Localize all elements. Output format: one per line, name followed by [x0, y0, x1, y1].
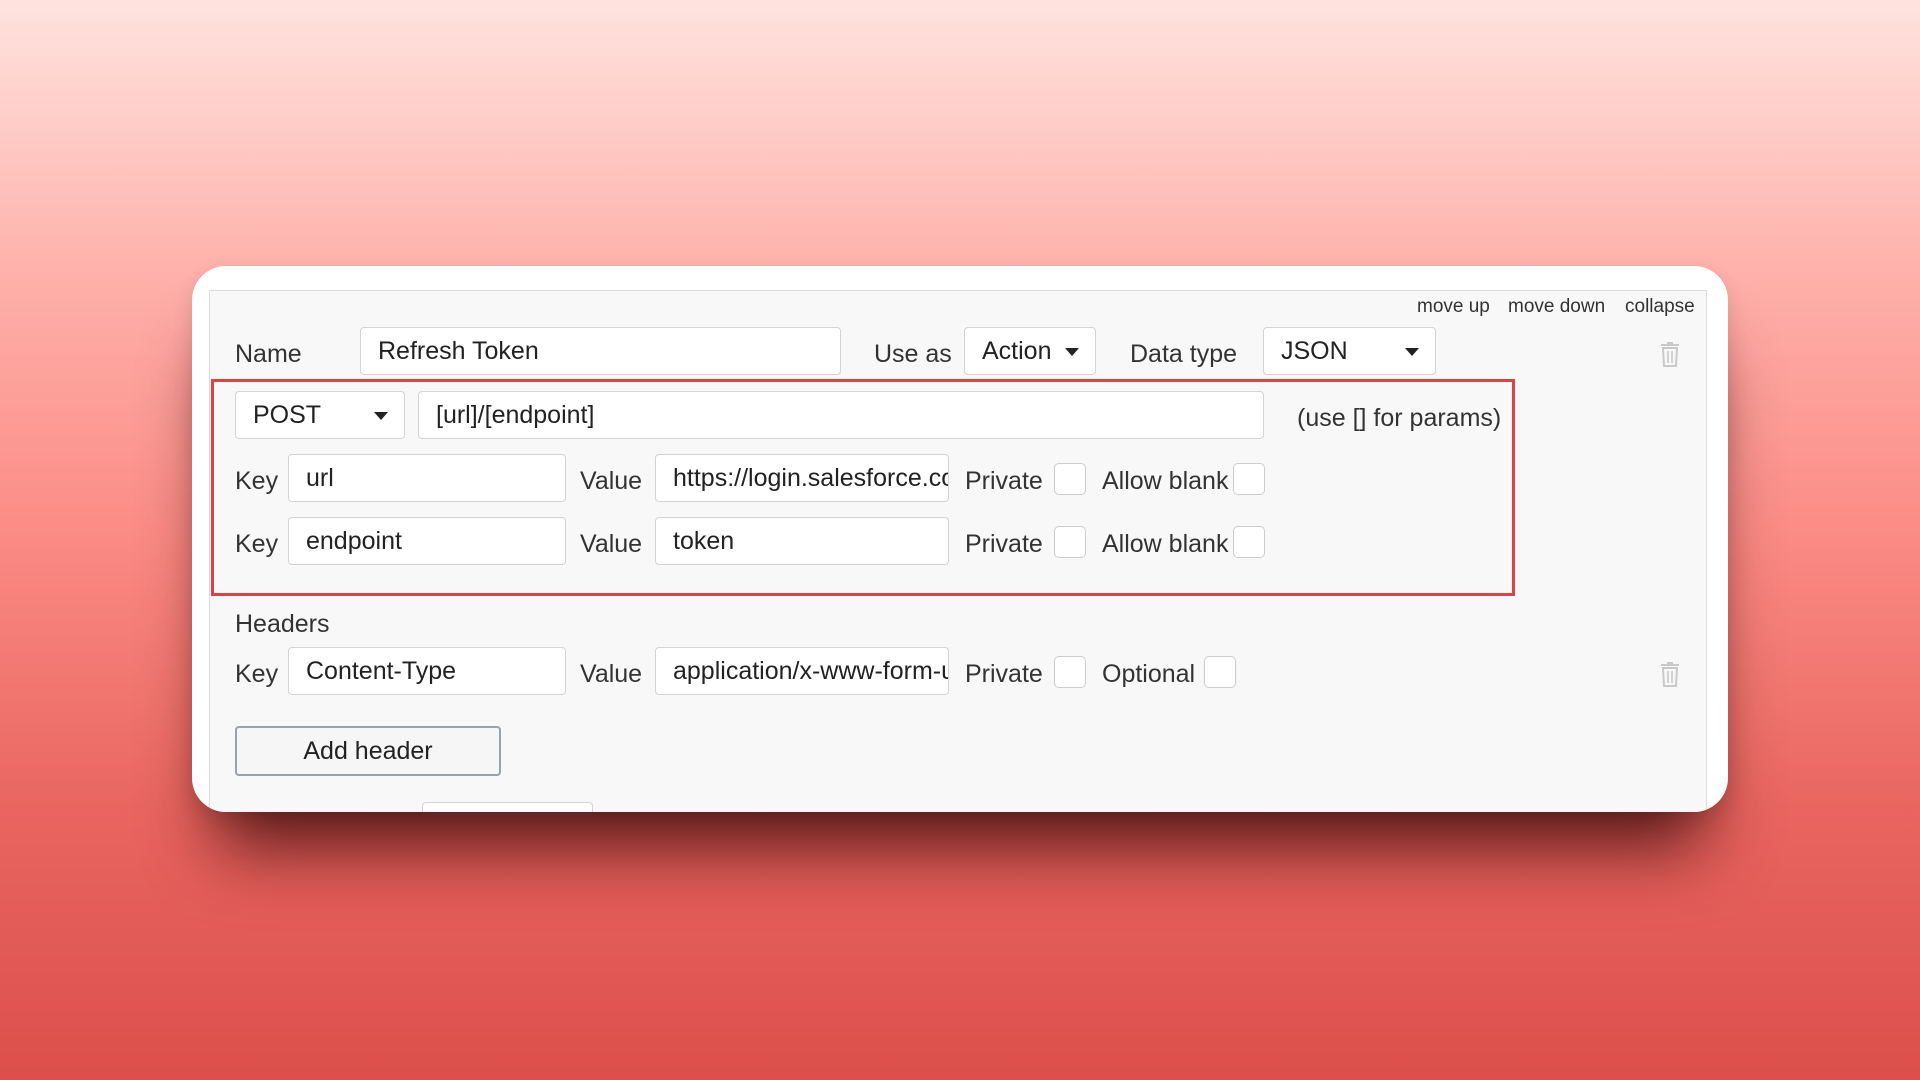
use-as-dropdown[interactable]: Action [964, 327, 1096, 375]
private-label: Private [965, 660, 1043, 688]
use-as-label: Use as [874, 340, 952, 368]
use-as-value: Action [982, 337, 1052, 365]
caret-down-icon [1405, 348, 1419, 356]
trash-icon[interactable] [1659, 341, 1681, 367]
header-key-label: Key [235, 660, 279, 688]
data-type-dropdown[interactable]: JSON [1263, 327, 1436, 375]
header-key-input[interactable]: Content-Type [288, 647, 566, 695]
private-checkbox[interactable] [1054, 656, 1086, 688]
collapse-link[interactable]: collapse [1625, 292, 1695, 322]
move-up-link[interactable]: move up [1417, 292, 1490, 322]
next-field-input[interactable] [422, 802, 593, 812]
trash-icon[interactable] [1659, 661, 1681, 687]
optional-label: Optional [1102, 660, 1196, 688]
headers-heading: Headers [235, 610, 330, 638]
optional-checkbox[interactable] [1204, 656, 1236, 688]
highlight-box [211, 379, 1515, 596]
data-type-label: Data type [1130, 340, 1238, 368]
header-value-input[interactable]: application/x-www-form-urlencoded [655, 647, 949, 695]
name-input[interactable]: Refresh Token [360, 327, 841, 375]
move-down-link[interactable]: move down [1508, 292, 1605, 322]
caret-down-icon [1065, 348, 1079, 356]
add-header-button[interactable]: Add header [235, 726, 501, 776]
header-value-label: Value [580, 660, 643, 688]
name-label: Name [235, 340, 302, 368]
data-type-value: JSON [1281, 337, 1348, 365]
